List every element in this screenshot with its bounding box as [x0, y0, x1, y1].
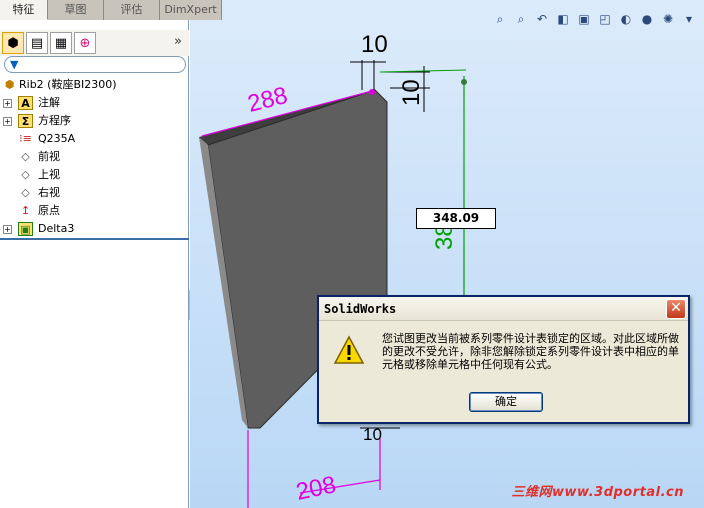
material-icon: ⁝≡ [19, 132, 32, 145]
dimxpert-manager-icon[interactable]: ⊕ [74, 32, 96, 54]
collapse-icon[interactable]: » [174, 34, 182, 49]
dimension-thickness[interactable]: 10 [361, 31, 388, 58]
tab-dimxpert[interactable]: DimXpert [160, 0, 222, 20]
dimension-top[interactable]: 288 [245, 82, 290, 118]
graphics-area[interactable]: ⌕ ⌕ ↶ ◧ ▣ ◰ ◐ ● ✺ ▾ 288 10 10 38 208 10 … [190, 0, 704, 508]
plane-icon: ◇ [21, 150, 30, 163]
command-tab-bar: 特征 草图 评估 DimXpert [0, 0, 222, 20]
tree-filter-input[interactable]: ▼ [4, 56, 186, 73]
dimension-handle [461, 79, 467, 85]
dialog-message: 您试图更改当前被系列零件设计表锁定的区域。对此区域所做的更改不受允许，除非您解除… [382, 332, 679, 371]
expand-icon[interactable]: + [3, 225, 12, 234]
plane-icon: ◇ [21, 186, 30, 199]
tree-root[interactable]: ⬢ Rib2 (鞍座BI2300) [0, 76, 189, 94]
warning-icon [333, 335, 365, 364]
model-view: 288 10 10 38 208 10 [199, 31, 467, 508]
dimension-bottom-small[interactable]: 10 [363, 425, 382, 444]
feature-manager-icon[interactable]: ⬢ [2, 32, 24, 54]
dimension-chamfer[interactable]: 10 [398, 79, 425, 106]
tree-item-top-plane[interactable]: ◇ 上视 [0, 166, 189, 184]
tree-divider [0, 238, 189, 240]
tree-item-label: Delta3 [38, 222, 75, 235]
tree-item-front-plane[interactable]: ◇ 前视 [0, 148, 189, 166]
tree-item-label: 上视 [38, 168, 60, 181]
tree-item-label: 注解 [38, 96, 60, 109]
feature-tree: ⬢ Rib2 (鞍座BI2300) + A 注解 + Σ 方程序 ⁝≡ Q235… [0, 76, 189, 238]
tab-evaluate[interactable]: 评估 [104, 0, 160, 20]
tree-item-origin[interactable]: ↥ 原点 [0, 202, 189, 220]
annotations-icon: A [18, 96, 33, 110]
watermark: 三维网www.3dportal.cn [511, 485, 684, 500]
tree-item-label: 右视 [38, 186, 60, 199]
tree-item-label: 方程序 [38, 114, 71, 127]
feature-manager-panel: ⬢ ▤ ▦ ⊕ » ▼ ⬢ Rib2 (鞍座BI2300) + A 注解 + Σ… [0, 0, 189, 508]
dialog-title-bar[interactable]: SolidWorks ✕ [319, 297, 688, 321]
expand-icon[interactable]: + [3, 117, 12, 126]
tree-root-label: Rib2 (鞍座BI2300) [19, 78, 117, 91]
tree-item-material[interactable]: ⁝≡ Q235A [0, 130, 189, 148]
tree-item-label: 前视 [38, 150, 60, 163]
dimension-edit-box[interactable]: 348.09 [416, 208, 496, 229]
tree-item-equations[interactable]: + Σ 方程序 [0, 112, 189, 130]
tree-item-annotations[interactable]: + A 注解 [0, 94, 189, 112]
expand-icon[interactable]: + [3, 99, 12, 108]
ok-button[interactable]: 确定 [469, 392, 543, 412]
dialog-title: SolidWorks [324, 302, 397, 316]
tree-item-label: Q235A [38, 132, 76, 145]
feature-icon: ▣ [18, 222, 33, 236]
plane-icon: ◇ [21, 168, 30, 181]
part-icon: ⬢ [4, 78, 15, 91]
tab-sketch[interactable]: 草图 [48, 0, 104, 20]
solidworks-message-dialog: SolidWorks ✕ 您试图更改当前被系列零件设计表锁定的区域。对此区域所做… [317, 295, 690, 424]
dimension-bottom[interactable]: 208 [294, 471, 339, 506]
tree-item-delta3[interactable]: + ▣ Delta3 [0, 220, 189, 238]
tree-item-right-plane[interactable]: ◇ 右视 [0, 184, 189, 202]
configuration-manager-icon[interactable]: ▦ [50, 32, 72, 54]
tab-features[interactable]: 特征 [0, 0, 48, 20]
close-icon[interactable]: ✕ [666, 299, 686, 319]
origin-icon: ↥ [20, 204, 31, 217]
property-manager-icon[interactable]: ▤ [26, 32, 48, 54]
filter-icon: ▼ [10, 58, 19, 71]
equations-icon: Σ [18, 114, 33, 128]
manager-tab-bar: ⬢ ▤ ▦ ⊕ [0, 30, 189, 56]
tree-item-label: 原点 [38, 204, 60, 217]
